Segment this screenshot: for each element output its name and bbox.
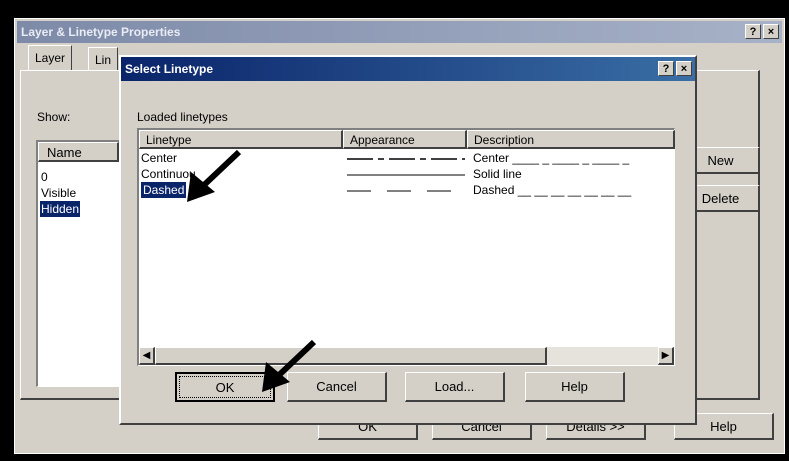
linetype-cell[interactable]: Center [141, 150, 177, 166]
description-cell: Solid line [473, 167, 522, 181]
outer-close-button[interactable]: × [763, 24, 779, 39]
load-button[interactable]: Load... [405, 372, 505, 402]
tab-linetype-label: Lin [95, 53, 112, 67]
dialog-help-button[interactable]: ? [658, 61, 674, 76]
linetype-cell-selected[interactable]: Dashed [141, 182, 187, 198]
layer-item[interactable]: Visible [40, 185, 77, 201]
layer-item-selected[interactable]: Hidden [40, 201, 81, 217]
column-header-linetype[interactable]: Linetype [139, 130, 343, 149]
dialog-titlebar[interactable]: Select Linetype ? × [121, 57, 695, 81]
column-header-appearance[interactable]: Appearance [343, 130, 467, 149]
description-cell: Center ____ _ ____ _ ____ _ [473, 151, 630, 165]
tab-layer-label: Layer [35, 51, 66, 65]
scroll-thumb[interactable] [155, 347, 547, 365]
dialog-title: Select Linetype [125, 62, 214, 76]
tab-linetype[interactable]: Lin [88, 47, 119, 71]
layer-list-header[interactable]: Name [38, 142, 119, 162]
dialog-help-footer-button[interactable]: Help [525, 372, 625, 402]
description-cell: Dashed __ __ __ __ __ __ __ [473, 183, 632, 197]
layer-list[interactable]: Name 0 Visible Hidden [36, 140, 120, 387]
pointer-arrow-icon [262, 339, 317, 392]
outer-title: Layer & Linetype Properties [21, 25, 181, 39]
pointer-arrow-icon [187, 149, 242, 202]
outer-help-button[interactable]: ? [745, 24, 761, 39]
scroll-right-button[interactable]: ▶ [658, 347, 674, 365]
show-label: Show: [37, 110, 71, 124]
dialog-close-button[interactable]: × [676, 61, 692, 76]
right-arrow-icon: ▶ [661, 350, 670, 361]
left-arrow-icon: ◀ [142, 350, 151, 361]
dashed-line-appearance [347, 190, 465, 192]
horizontal-scrollbar[interactable]: ◀ ▶ [139, 347, 674, 365]
loaded-linetypes-label: Loaded linetypes [137, 110, 228, 124]
scroll-left-button[interactable]: ◀ [139, 347, 155, 365]
column-header-description[interactable]: Description [467, 130, 675, 149]
center-line-appearance [347, 158, 465, 160]
solid-line-appearance [347, 174, 465, 176]
layer-item[interactable]: 0 [40, 169, 49, 185]
tab-layer[interactable]: Layer [28, 45, 73, 71]
select-linetype-dialog: Select Linetype ? × Loaded linetypes Lin… [119, 55, 697, 425]
outer-titlebar[interactable]: Layer & Linetype Properties ? × [17, 21, 782, 43]
